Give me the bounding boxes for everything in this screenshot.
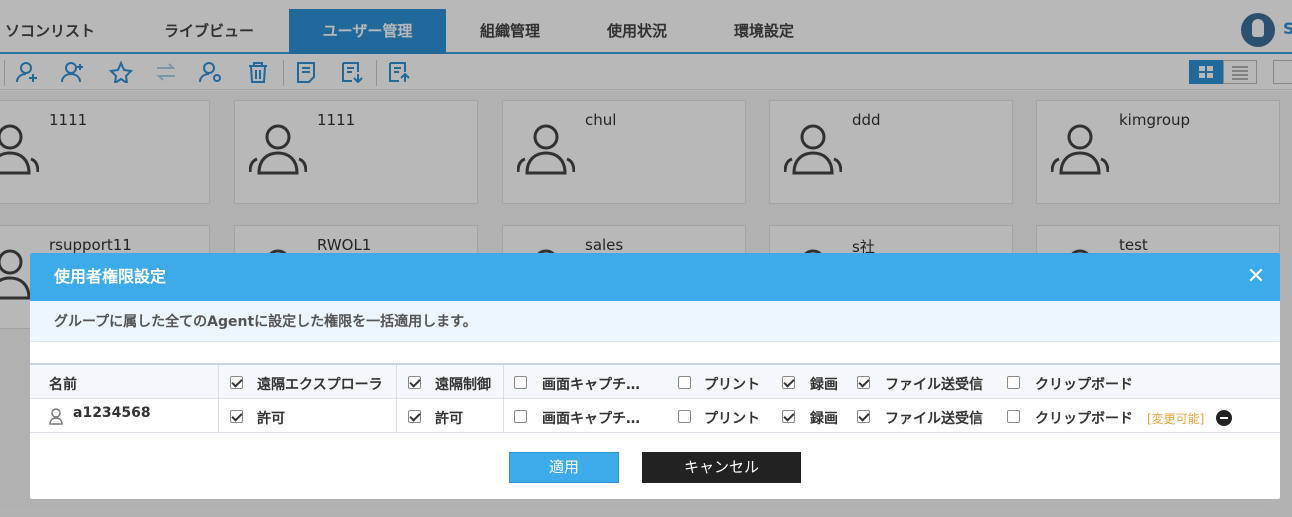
remote-control-value: 許可 [435,411,463,427]
apply-button[interactable]: 適用 [509,452,619,483]
clipboard-label: クリップボード [1035,411,1133,427]
checkbox-all-print[interactable] [678,376,691,389]
remote-explorer-value: 許可 [257,411,285,427]
header-remote-control: 遠隔制御 [435,377,491,393]
dialog-title: 使用者権限設定 [54,267,167,286]
checkbox-print[interactable] [678,410,691,423]
dialog-header: 使用者権限設定 ✕ [30,253,1280,301]
header-clipboard: クリップボード [1035,377,1133,393]
file-transfer-label: ファイル送受信 [885,411,983,427]
checkbox-all-file-transfer[interactable] [857,376,870,389]
header-remote-explorer: 遠隔エクスプローラ [257,377,383,393]
column-divider [218,399,219,433]
header-recording: 録画 [810,377,838,393]
checkbox-screen-capture[interactable] [514,410,527,423]
permission-header-row: 名前 遠隔エクスプローラ 遠隔制御 画面キャプチ… プリント 録画 ファイル送受… [30,365,1280,399]
checkbox-file-transfer[interactable] [857,410,870,423]
checkbox-remote-explorer[interactable] [230,410,243,423]
checkbox-recording[interactable] [782,410,795,423]
header-screen-capture: 画面キャプチ… [542,377,640,393]
remove-icon[interactable] [1216,410,1232,426]
table-row: a1234568 許可 許可 画面キャプチ… プリント 録画 ファイル送受信 ク… [30,399,1280,433]
screen-capture-label: 画面キャプチ… [542,411,640,427]
changeable-link[interactable]: [変更可能] [1147,410,1204,427]
checkbox-clipboard[interactable] [1007,410,1020,423]
close-icon[interactable]: ✕ [1244,265,1268,289]
user-icon [49,408,63,425]
checkbox-all-recording[interactable] [782,376,795,389]
column-divider [396,365,397,399]
header-file-transfer: ファイル送受信 [885,377,983,393]
header-print: プリント [704,377,760,393]
checkbox-all-remote-explorer[interactable] [230,376,243,389]
permission-settings-dialog: 使用者権限設定 ✕ グループに属した全てのAgentに設定した権限を一括適用しま… [30,253,1280,499]
cancel-button[interactable]: キャンセル [642,452,801,483]
dialog-description: グループに属した全てのAgentに設定した権限を一括適用します。 [30,301,1280,342]
column-divider [503,365,504,399]
checkbox-all-screen-capture[interactable] [514,376,527,389]
column-divider [503,399,504,433]
checkbox-all-clipboard[interactable] [1007,376,1020,389]
checkbox-remote-control[interactable] [408,410,421,423]
print-label: プリント [704,411,760,427]
checkbox-all-remote-control[interactable] [408,376,421,389]
column-divider [396,399,397,433]
column-divider [218,365,219,399]
user-name: a1234568 [73,405,151,421]
column-name-header: 名前 [49,377,77,393]
recording-label: 録画 [810,411,838,427]
